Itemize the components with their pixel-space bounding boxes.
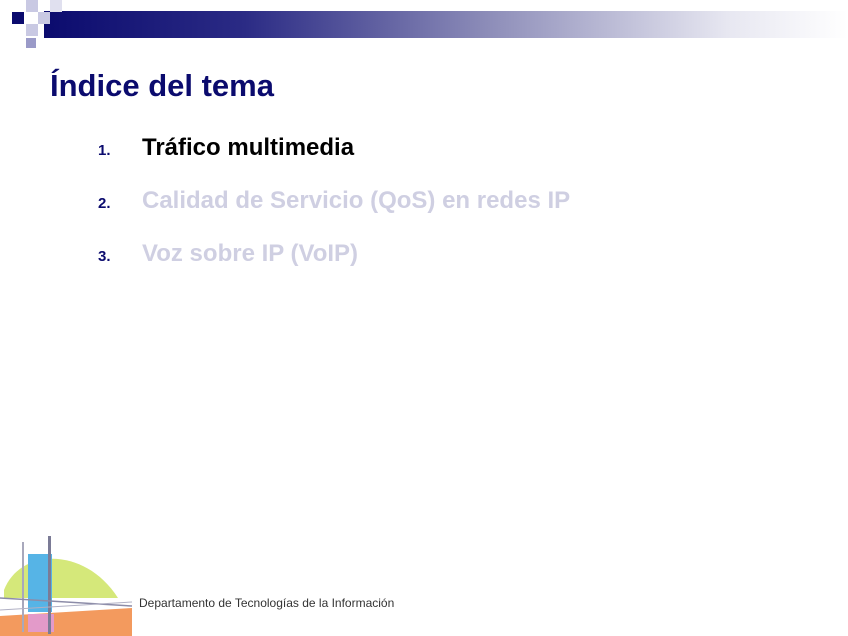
item-number: 1. xyxy=(98,142,111,159)
item-number: 2. xyxy=(98,195,111,212)
decor-square-light xyxy=(38,12,50,24)
item-number: 3. xyxy=(98,248,111,265)
item-text: Tráfico multimedia xyxy=(142,134,355,161)
gradient-bar xyxy=(44,11,848,38)
agenda-item: 1. Tráfico multimedia xyxy=(98,134,570,187)
decor-square-dark xyxy=(12,12,24,24)
slide-title: Índice del tema xyxy=(50,68,274,103)
slide: Índice del tema 1. Tráfico multimedia 2.… xyxy=(0,0,848,636)
decor-square-light xyxy=(26,24,38,36)
decor-square-light xyxy=(26,0,38,12)
agenda-item: 3. Voz sobre IP (VoIP) xyxy=(98,240,570,293)
item-text: Voz sobre IP (VoIP) xyxy=(142,240,359,267)
decor-square-dark xyxy=(26,38,36,48)
agenda-list: 1. Tráfico multimedia 2. Calidad de Serv… xyxy=(98,134,570,293)
footer-text: Departamento de Tecnologías de la Inform… xyxy=(139,596,395,610)
decor-square-light xyxy=(50,0,62,12)
header-banner xyxy=(0,0,848,50)
department-logo-icon xyxy=(0,536,133,636)
item-text: Calidad de Servicio (QoS) en redes IP xyxy=(142,187,571,214)
agenda-item: 2. Calidad de Servicio (QoS) en redes IP xyxy=(98,187,570,240)
